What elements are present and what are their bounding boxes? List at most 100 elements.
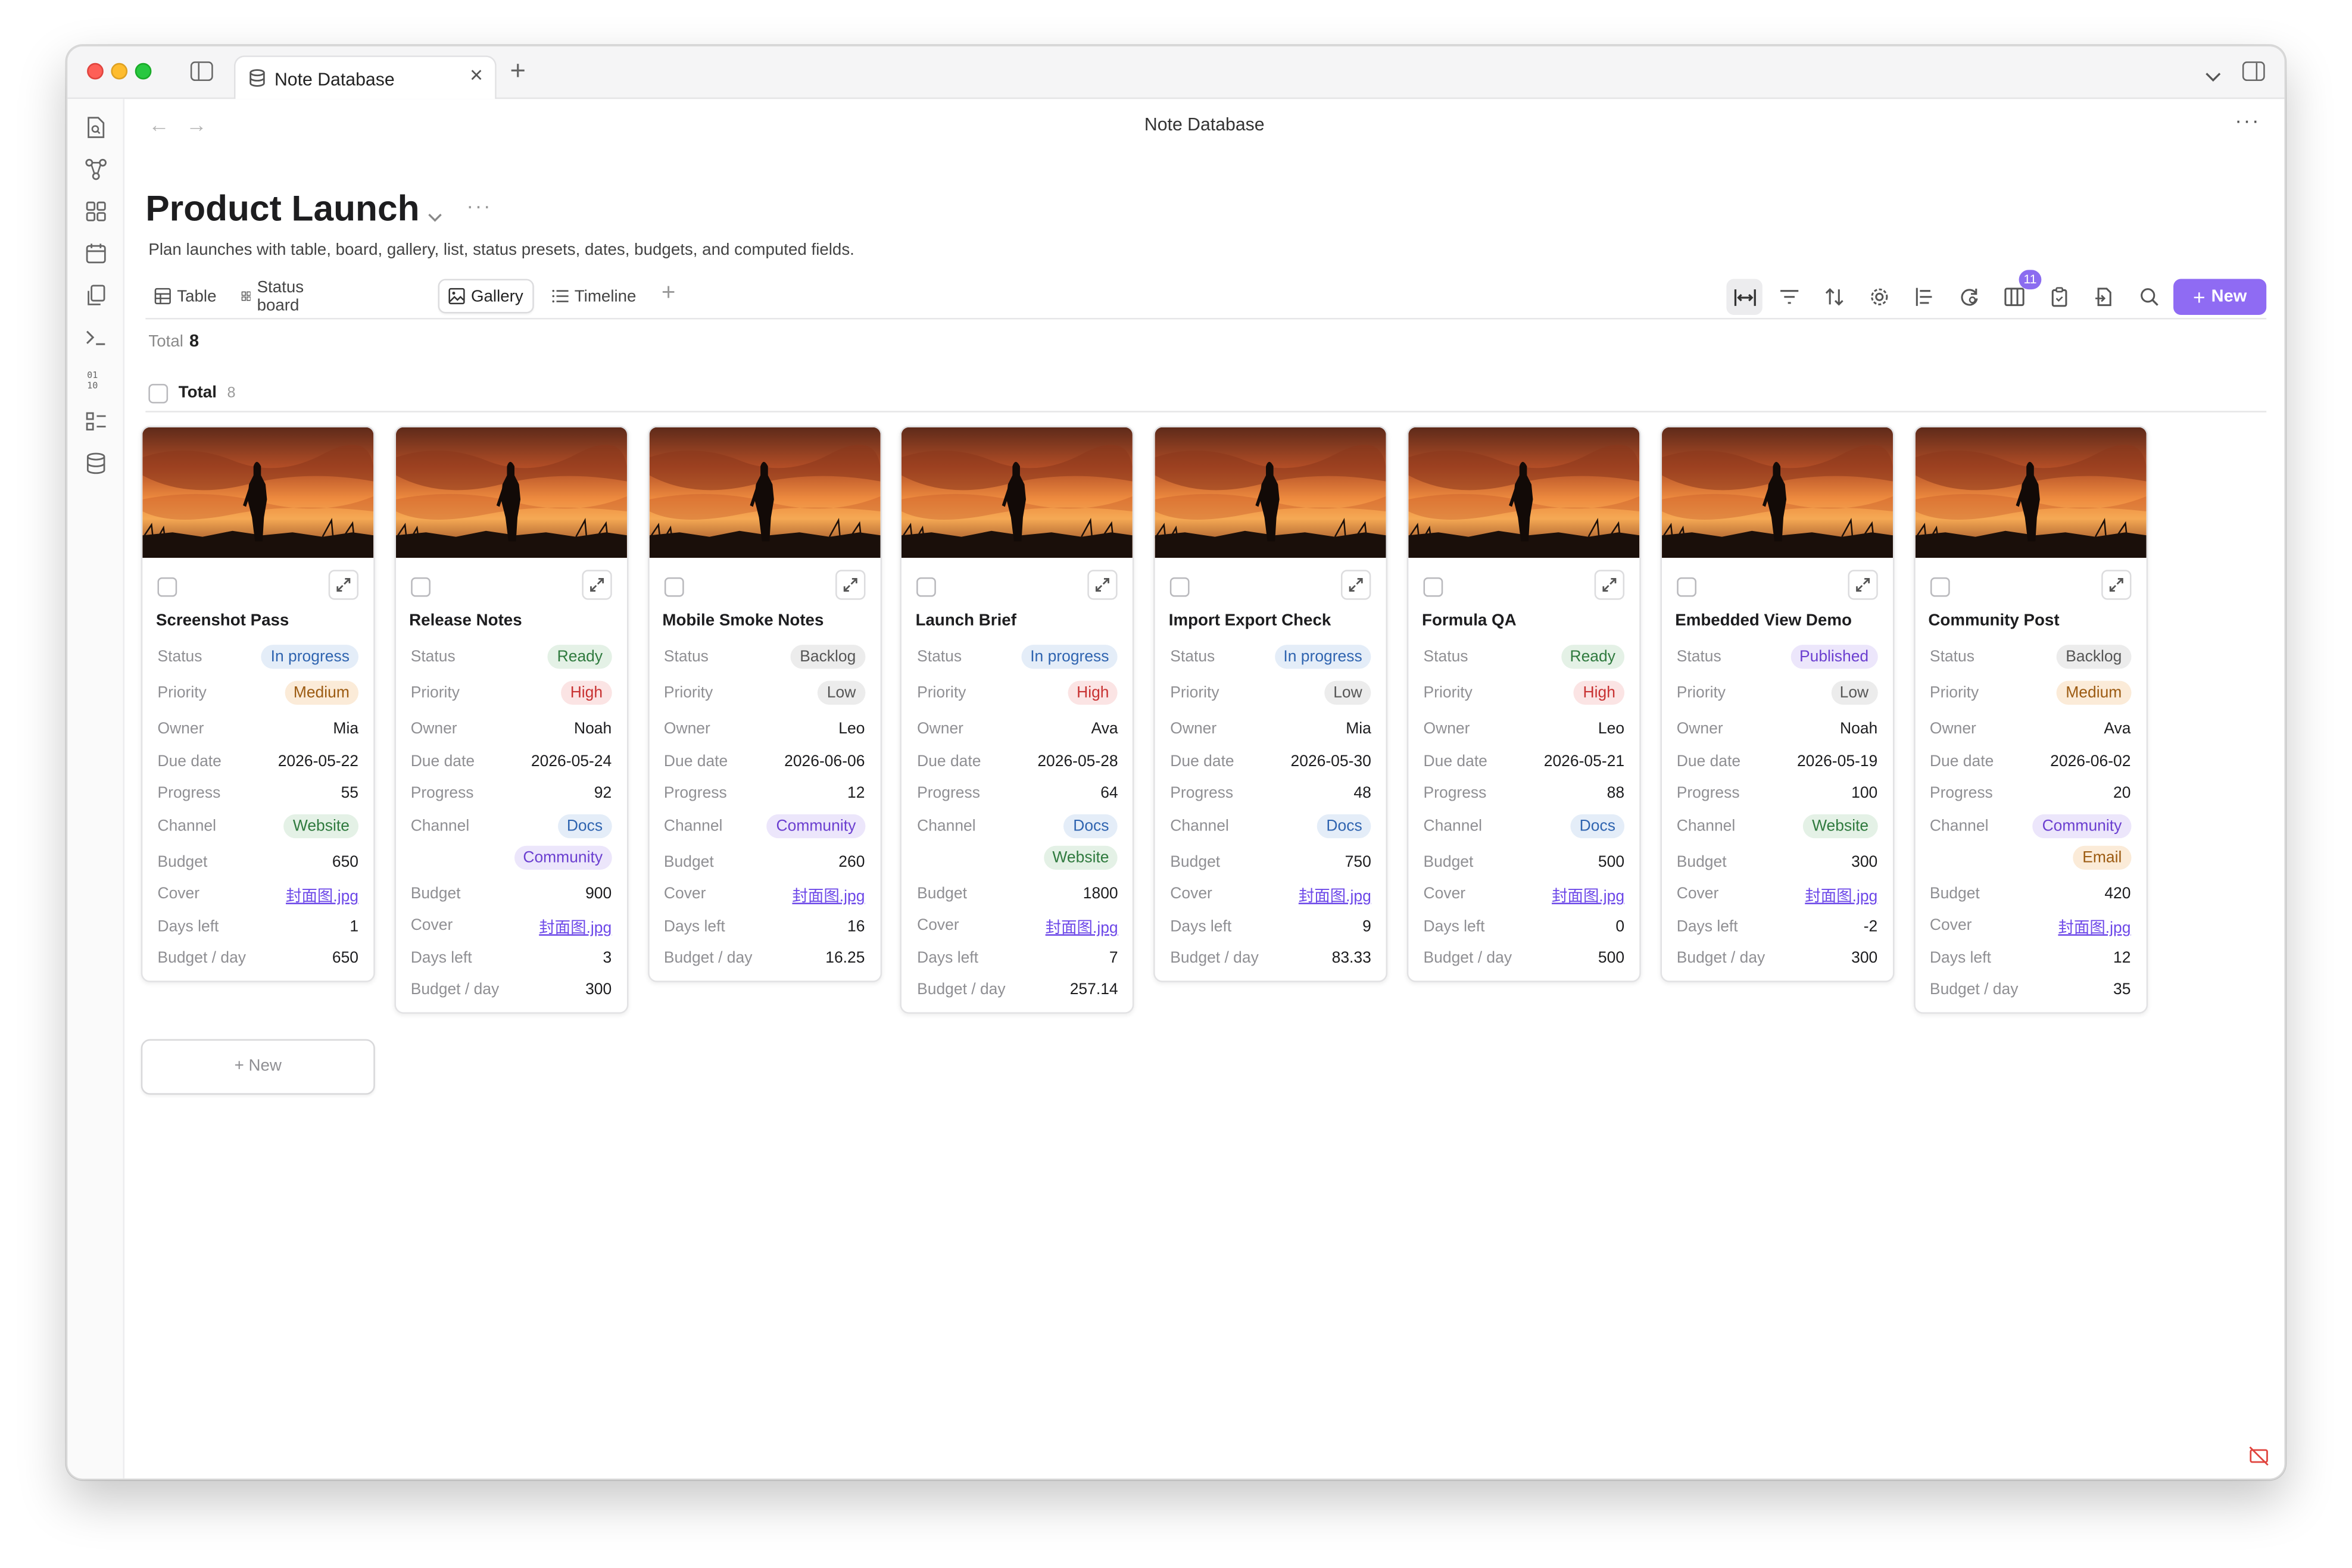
- prop-row-channel: Channel Community: [664, 814, 865, 841]
- gallery-card[interactable]: Release Notes Status Ready Priority High Owne…: [394, 426, 628, 1014]
- right-sidebar-toggle-icon[interactable]: [2242, 61, 2265, 82]
- graph-view-icon[interactable]: [84, 157, 108, 181]
- left-sidebar-toggle-icon[interactable]: [190, 61, 213, 82]
- card-select-checkbox[interactable]: [1423, 577, 1443, 597]
- prop-row-priority: Priority High: [1424, 680, 1625, 708]
- prop-row-days-left: Days left 3: [411, 946, 612, 973]
- prop-row-priority: Priority High: [917, 680, 1118, 708]
- tab-table[interactable]: Table: [145, 279, 225, 314]
- cover-file-link[interactable]: 封面图.jpg: [539, 916, 612, 939]
- group-by-icon[interactable]: [1907, 279, 1942, 315]
- expand-card-icon[interactable]: [328, 570, 359, 600]
- cover-file-link[interactable]: 封面图.jpg: [1805, 885, 1877, 907]
- new-card-button[interactable]: + New: [141, 1039, 375, 1095]
- expand-card-icon[interactable]: [1088, 570, 1118, 600]
- prop-label: Priority: [1676, 683, 1726, 702]
- canvas-grid-icon[interactable]: [84, 199, 108, 223]
- prop-label: Status: [663, 648, 709, 666]
- prop-label: Channel: [1423, 817, 1483, 836]
- tab-note-database[interactable]: Note Database ×: [233, 55, 497, 99]
- expand-card-icon[interactable]: [1847, 570, 1878, 600]
- cover-file-link[interactable]: 封面图.jpg: [1046, 916, 1118, 939]
- zoom-window-button[interactable]: [135, 63, 152, 80]
- card-select-checkbox[interactable]: [410, 577, 431, 597]
- prop-row-due-date: Due date 2026-05-24: [411, 750, 612, 777]
- prop-row-budget: Budget 750: [1170, 850, 1371, 877]
- title-chevron-down-icon[interactable]: [428, 202, 442, 229]
- total-value: 8: [189, 333, 199, 351]
- gallery-card[interactable]: Embedded View Demo Status Published Priorit…: [1660, 426, 1894, 982]
- more-options-icon[interactable]: ···: [2235, 108, 2260, 132]
- card-select-checkbox[interactable]: [917, 577, 937, 597]
- card-select-checkbox[interactable]: [1929, 577, 1949, 597]
- copy-files-icon[interactable]: [84, 283, 108, 307]
- calendar-icon[interactable]: [84, 242, 108, 266]
- expand-card-icon[interactable]: [1594, 570, 1625, 600]
- prop-label: Due date: [157, 752, 222, 771]
- tag-pill: Low: [818, 680, 865, 705]
- close-window-button[interactable]: [87, 63, 104, 80]
- prop-label: Channel: [917, 817, 976, 836]
- new-record-button[interactable]: + New: [2173, 279, 2267, 315]
- svg-text:01: 01: [87, 370, 98, 380]
- divider: [145, 411, 2267, 413]
- minimize-window-button[interactable]: [111, 63, 128, 80]
- settings-gear-icon[interactable]: [1861, 279, 1897, 315]
- new-tab-icon[interactable]: +: [510, 54, 525, 87]
- prop-row-budget-per-day: Budget / day 257.14: [917, 977, 1118, 1004]
- expand-card-icon[interactable]: [1341, 570, 1371, 600]
- columns-icon[interactable]: 11: [1997, 270, 2042, 315]
- database-icon[interactable]: [84, 451, 108, 475]
- prop-row-due-date: Due date 2026-06-06: [664, 750, 865, 777]
- tab-status-board[interactable]: Status board: [232, 278, 320, 314]
- expand-card-icon[interactable]: [581, 570, 612, 600]
- prop-value: 1800: [1083, 885, 1118, 903]
- prop-row-budget: Budget 650: [157, 850, 358, 877]
- prop-row-due-date: Due date 2026-06-02: [1930, 750, 2131, 777]
- prop-label: Cover: [1676, 885, 1719, 903]
- tab-list-chevron-icon[interactable]: [2205, 63, 2222, 90]
- search-icon[interactable]: [2131, 279, 2167, 315]
- card-cover-image: [1661, 427, 1893, 558]
- refresh-search-icon[interactable]: [1951, 279, 1987, 315]
- cover-file-link[interactable]: 封面图.jpg: [1552, 885, 1624, 907]
- clipboard-icon[interactable]: [2041, 279, 2077, 315]
- prop-label: Progress: [1170, 784, 1234, 802]
- card-select-checkbox[interactable]: [663, 577, 684, 597]
- card-select-checkbox[interactable]: [1676, 577, 1696, 597]
- cover-file-link[interactable]: 封面图.jpg: [286, 885, 358, 907]
- tab-status-board-label: Status board: [257, 278, 304, 314]
- filter-icon[interactable]: [1771, 279, 1807, 315]
- binary-icon[interactable]: 01 10: [84, 367, 108, 391]
- prop-label: Channel: [1929, 817, 1989, 836]
- sync-status-icon[interactable]: [2248, 1445, 2269, 1466]
- export-file-icon[interactable]: [2086, 279, 2122, 315]
- cover-file-link[interactable]: 封面图.jpg: [792, 885, 865, 907]
- group-select-checkbox[interactable]: [148, 383, 169, 403]
- card-select-checkbox[interactable]: [157, 577, 177, 597]
- gallery-card[interactable]: Mobile Smoke Notes Status Backlog Priority L…: [647, 426, 882, 982]
- gallery-card[interactable]: Import Export Check Status In progress Prio…: [1153, 426, 1388, 982]
- close-tab-icon[interactable]: ×: [470, 64, 483, 88]
- gallery-card[interactable]: Community Post Status Backlog Priority Mediu…: [1913, 426, 2148, 1014]
- expand-card-icon[interactable]: [2101, 570, 2131, 600]
- cover-file-link[interactable]: 封面图.jpg: [1299, 885, 1371, 907]
- title-more-icon[interactable]: ···: [466, 193, 492, 217]
- tab-gallery[interactable]: Gallery: [438, 279, 534, 314]
- fit-width-icon[interactable]: [1726, 279, 1763, 315]
- gallery-card[interactable]: Formula QA Status Ready Priority High Owner Le…: [1406, 426, 1641, 982]
- checklist-icon[interactable]: [84, 410, 108, 433]
- expand-card-icon[interactable]: [835, 570, 865, 600]
- add-view-icon[interactable]: +: [662, 280, 676, 307]
- prop-row-cover: Cover 封面图.jpg: [1170, 882, 1371, 908]
- sort-icon[interactable]: [1817, 279, 1852, 315]
- tab-timeline[interactable]: Timeline: [543, 279, 645, 314]
- prop-value: Ava: [1091, 720, 1118, 738]
- tag-pill: Published: [1790, 645, 1878, 669]
- terminal-icon[interactable]: [84, 326, 108, 349]
- gallery-card[interactable]: Launch Brief Status In progress Priority Hig…: [900, 426, 1135, 1014]
- card-select-checkbox[interactable]: [1170, 577, 1190, 597]
- prop-row-channel: Channel Docs Website: [917, 814, 1118, 870]
- gallery-card[interactable]: Screenshot Pass Status In progress Priority…: [141, 426, 375, 982]
- cover-file-link[interactable]: 封面图.jpg: [2058, 916, 2130, 939]
